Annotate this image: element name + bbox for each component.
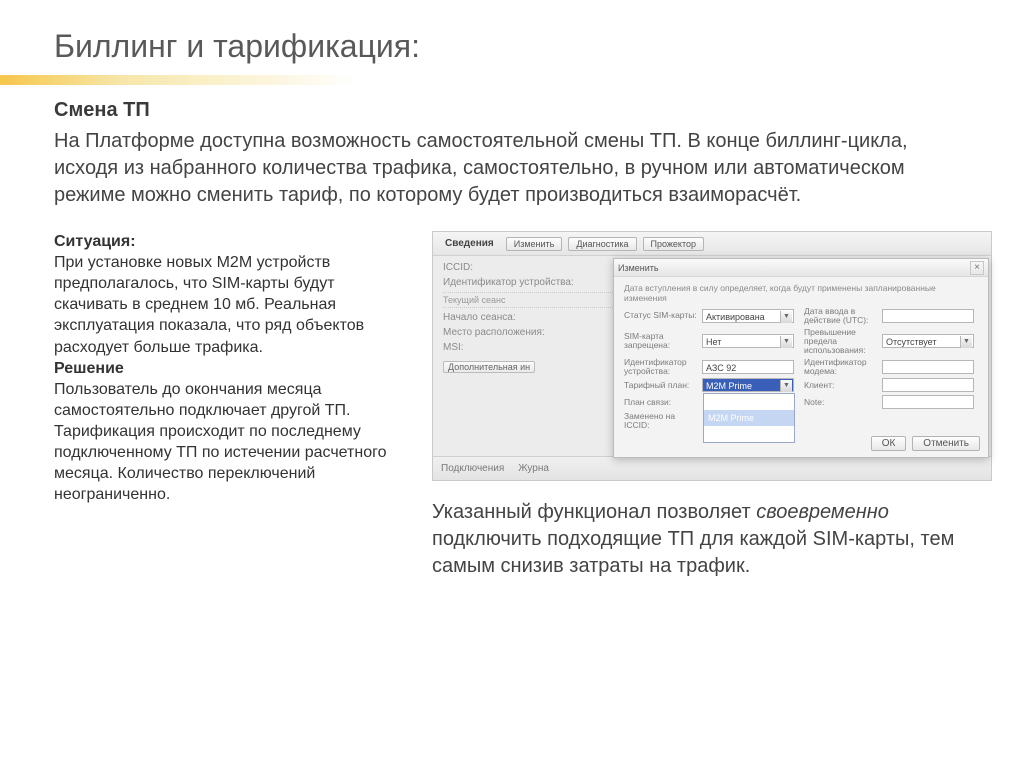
chevron-down-icon: ▼ <box>780 380 792 392</box>
subtab-journal[interactable]: Журна <box>518 463 549 474</box>
client-input[interactable] <box>882 378 974 392</box>
situation-text: При установке новых M2M устройств предпо… <box>54 252 404 358</box>
solution-text: Пользователь до окончания месяца самосто… <box>54 379 404 506</box>
chevron-down-icon: ▼ <box>780 336 792 348</box>
tab-info[interactable]: Сведения <box>439 236 500 251</box>
cancel-button[interactable]: Отменить <box>912 436 980 451</box>
tariff-dropdown-list: 100 Mb Try&Buy M2M Prime SP Linear <box>703 393 795 443</box>
spotlight-button[interactable]: Прожектор <box>643 237 704 251</box>
section-subtitle: Смена ТП <box>54 99 976 122</box>
sim-status-label: Статус SIM-карты: <box>624 311 698 320</box>
edit-dialog: Изменить × Дата вступления в силу опреде… <box>613 258 989 458</box>
situation-label: Ситуация: <box>54 231 404 252</box>
dialog-title: Изменить <box>618 263 659 273</box>
effective-date-input[interactable] <box>882 309 974 323</box>
extra-info-button[interactable]: Дополнительная ин <box>443 361 535 373</box>
subtab-connections[interactable]: Подключения <box>441 463 504 474</box>
note-input[interactable] <box>882 395 974 409</box>
client-label: Клиент: <box>804 381 878 390</box>
link-plan-label: План связи: <box>624 398 698 407</box>
tariff-option[interactable]: M2M Prime <box>704 410 794 426</box>
tariff-plan-combo[interactable]: M2M Prime ▼ 100 Mb Try&Buy M2M Prime SP … <box>702 378 794 392</box>
tariff-option[interactable]: 100 Mb Try&Buy <box>704 394 794 410</box>
accent-bar <box>0 75 1024 85</box>
sim-blocked-label: SIM-карта запрещена: <box>624 332 698 350</box>
device-id-input[interactable]: АЗС 92 <box>702 360 794 374</box>
usage-limit-label: Превышение предела использования: <box>804 328 878 355</box>
page-title: Биллинг и тарификация: <box>54 28 976 65</box>
tariff-plan-label: Тарифный план: <box>624 381 698 390</box>
chevron-down-icon: ▼ <box>960 336 972 348</box>
solution-label: Решение <box>54 358 404 379</box>
sim-status-combo[interactable]: Активирована ▼ <box>702 309 794 323</box>
usage-limit-combo[interactable]: Отсутствует ▼ <box>882 334 974 348</box>
effective-date-label: Дата ввода в действие (UTC): <box>804 307 878 325</box>
modem-id-label: Идентификатор модема: <box>804 358 878 376</box>
footnote: Указанный функционал позволяет своевреме… <box>432 499 976 580</box>
dialog-note: Дата вступления в силу определяет, когда… <box>624 283 978 303</box>
sim-blocked-combo[interactable]: Нет ▼ <box>702 334 794 348</box>
edit-button[interactable]: Изменить <box>506 237 563 251</box>
intro-paragraph: На Платформе доступна возможность самост… <box>54 128 976 209</box>
modem-id-input[interactable] <box>882 360 974 374</box>
close-icon[interactable]: × <box>970 261 984 275</box>
chevron-down-icon: ▼ <box>780 311 792 323</box>
ok-button[interactable]: ОК <box>871 436 907 451</box>
note-field-label: Note: <box>804 398 878 407</box>
tariff-option[interactable]: SP Linear <box>704 426 794 442</box>
device-id-field-label: Идентификатор устройства: <box>624 358 698 376</box>
diagnostics-button[interactable]: Диагностика <box>568 237 636 251</box>
screenshot-mock: Сведения Изменить Диагностика Прожектор … <box>432 231 992 481</box>
replaced-iccid-label: Заменено на ICCID: <box>624 412 698 430</box>
